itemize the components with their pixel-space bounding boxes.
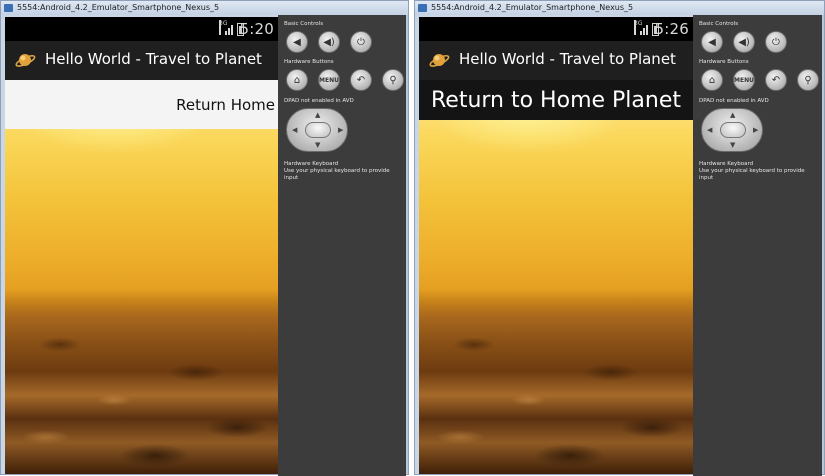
return-home-button[interactable]: Return Home [5, 80, 278, 129]
device-screen: 3G 5:20 Hello World - Travel to Planet R… [5, 17, 278, 474]
app-title: Hello World - Travel to Planet [45, 50, 262, 68]
volume-down-icon: ◀ [708, 36, 716, 48]
home-button[interactable]: ⌂ [701, 69, 723, 91]
return-home-planet-button[interactable]: Return to Home Planet [419, 80, 693, 120]
dpad-control[interactable]: ▲ ▼ ◀ ▶ [286, 108, 348, 152]
power-button[interactable]: ⏻ [765, 31, 787, 53]
status-time: 5:26 [654, 20, 689, 38]
search-button[interactable]: ⚲ [382, 69, 404, 91]
keyboard-title: Hardware Keyboard [699, 161, 754, 167]
back-icon: ↶ [771, 74, 781, 86]
back-button[interactable]: ↶ [765, 69, 787, 91]
dpad-down-icon[interactable]: ▼ [315, 142, 320, 149]
dpad-up-icon[interactable]: ▲ [730, 112, 735, 119]
home-icon: ⌂ [708, 74, 716, 86]
dpad-control[interactable]: ▲ ▼ ◀ ▶ [701, 108, 763, 152]
back-button[interactable]: ↶ [350, 69, 372, 91]
emulator-controls-panel: Basic Controls ◀ ◀) ⏻ Hardware Buttons ⌂… [693, 15, 822, 476]
dpad-label: DPAD not enabled in AVD [699, 98, 769, 104]
window-titlebar[interactable]: 5554:Android_4.2_Emulator_Smartphone_Nex… [1, 1, 408, 15]
planet-icon [429, 54, 450, 67]
action-bar: Hello World - Travel to Planet [419, 41, 693, 80]
volume-up-button[interactable]: ◀) [733, 31, 755, 53]
dpad-label: DPAD not enabled in AVD [284, 98, 354, 104]
emulator-app-icon [418, 4, 427, 12]
window-title: 5554:Android_4.2_Emulator_Smartphone_Nex… [17, 3, 220, 12]
volume-up-button[interactable]: ◀) [318, 31, 340, 53]
dpad-up-icon[interactable]: ▲ [315, 112, 320, 119]
volume-up-icon: ◀) [738, 36, 750, 48]
network-type: 3G [634, 20, 642, 35]
action-bar: Hello World - Travel to Planet [5, 41, 278, 80]
window-title: 5554:Android_4.2_Emulator_Smartphone_Nex… [431, 3, 634, 12]
hardware-buttons-label: Hardware Buttons [284, 59, 334, 65]
dpad-down-icon[interactable]: ▼ [730, 142, 735, 149]
terrain-texture [5, 288, 278, 474]
menu-label: MENU [734, 76, 754, 84]
terrain-texture [419, 288, 693, 474]
hardware-buttons-label: Hardware Buttons [699, 59, 749, 65]
keyboard-description: Use your physical keyboard to provide in… [284, 168, 390, 181]
power-icon: ⏻ [772, 36, 780, 48]
volume-down-button[interactable]: ◀ [701, 31, 723, 53]
emulator-window-left: 5554:Android_4.2_Emulator_Smartphone_Nex… [0, 0, 409, 476]
menu-label: MENU [319, 76, 339, 84]
search-icon: ⚲ [804, 74, 812, 86]
window-titlebar[interactable]: 5554:Android_4.2_Emulator_Smartphone_Nex… [415, 1, 824, 15]
emulator-app-icon [4, 4, 13, 12]
menu-button[interactable]: MENU [318, 69, 340, 91]
network-type: 3G [219, 20, 227, 35]
back-icon: ↶ [356, 74, 366, 86]
search-icon: ⚲ [389, 74, 397, 86]
dpad-right-icon[interactable]: ▶ [753, 127, 758, 134]
status-bar: 3G 5:20 [5, 17, 278, 41]
dpad-left-icon[interactable]: ◀ [292, 127, 297, 134]
home-button[interactable]: ⌂ [286, 69, 308, 91]
basic-controls-label: Basic Controls [699, 21, 739, 27]
basic-controls-label: Basic Controls [284, 21, 324, 27]
volume-down-icon: ◀ [293, 36, 301, 48]
dpad-left-icon[interactable]: ◀ [707, 127, 712, 134]
keyboard-hint: Hardware Keyboard Use your physical keyb… [284, 161, 404, 182]
planet-icon [15, 54, 36, 67]
volume-down-button[interactable]: ◀ [286, 31, 308, 53]
planet-surface-background [5, 80, 278, 474]
dpad-right-icon[interactable]: ▶ [338, 127, 343, 134]
planet-surface-background [419, 80, 693, 474]
signal-icon: 3G [219, 20, 233, 35]
volume-up-icon: ◀) [323, 36, 335, 48]
dpad-center-button[interactable] [305, 122, 331, 138]
emulator-window-right: 5554:Android_4.2_Emulator_Smartphone_Nex… [414, 0, 825, 476]
app-title: Hello World - Travel to Planet [459, 50, 676, 68]
keyboard-hint: Hardware Keyboard Use your physical keyb… [699, 161, 819, 182]
power-icon: ⏻ [357, 36, 365, 48]
menu-button[interactable]: MENU [733, 69, 755, 91]
status-bar: 3G 5:26 [419, 17, 693, 41]
home-icon: ⌂ [293, 74, 301, 86]
search-button[interactable]: ⚲ [797, 69, 819, 91]
keyboard-description: Use your physical keyboard to provide in… [699, 168, 805, 181]
dpad-center-button[interactable] [720, 122, 746, 138]
signal-icon: 3G [634, 20, 648, 35]
power-button[interactable]: ⏻ [350, 31, 372, 53]
keyboard-title: Hardware Keyboard [284, 161, 339, 167]
device-screen: 3G 5:26 Hello World - Travel to Planet R… [419, 17, 693, 474]
status-time: 5:20 [239, 20, 274, 38]
emulator-controls-panel: Basic Controls ◀ ◀) ⏻ Hardware Buttons ⌂… [278, 15, 406, 476]
